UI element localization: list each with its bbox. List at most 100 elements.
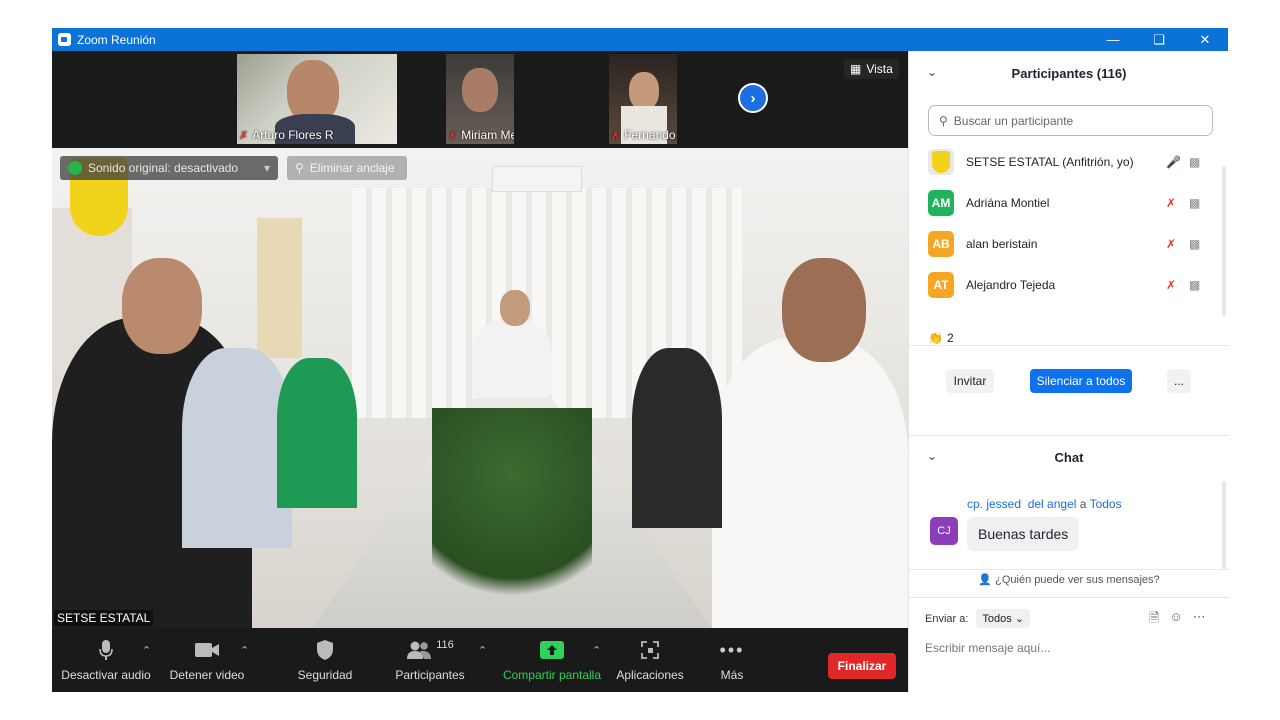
invite-button[interactable]: Invitar: [946, 369, 994, 393]
share-screen-button[interactable]: Compartir pantalla: [500, 628, 604, 692]
close-button[interactable]: ✕: [1182, 28, 1228, 51]
window-title: Zoom Reunión: [77, 32, 156, 47]
mic-muted-icon: ✗: [239, 129, 249, 142]
chat-sender[interactable]: cp. jessed del angel: [967, 497, 1076, 511]
chat-tools: 🗎 ☺ ⋯: [1149, 609, 1206, 631]
participants-count: 116: [436, 639, 454, 651]
more-button[interactable]: ••• Más: [712, 628, 752, 692]
participants-button[interactable]: 116 Participantes: [390, 628, 470, 692]
minimize-button[interactable]: —: [1090, 28, 1136, 51]
share-options-caret-icon[interactable]: ⌃: [592, 644, 601, 657]
who-can-see-link[interactable]: 👤 ¿Quién puede ver sus mensajes?: [909, 573, 1229, 586]
video-camera-icon[interactable]: ▩: [1189, 278, 1200, 292]
meeting-toolbar: Desactivar audio ⌃ Detener video ⌃ Segur…: [52, 628, 908, 692]
chat-to-word: a: [1079, 497, 1087, 511]
remove-pin-label: Eliminar anclaje: [309, 161, 395, 175]
participants-header: ⌄ Participantes (116): [909, 51, 1229, 95]
mic-muted-icon: ✗: [611, 129, 621, 142]
original-sound-toggle[interactable]: Sonido original: desactivado ▾: [60, 156, 278, 180]
emoji-icon[interactable]: ☺: [1169, 609, 1182, 631]
thumbnail-name: ✗Miriam Meza: [448, 128, 514, 142]
microphone-icon[interactable]: 🎤: [1166, 155, 1181, 169]
video-camera-icon[interactable]: ▩: [1189, 196, 1200, 210]
collapse-chevron-icon[interactable]: ⌄: [927, 65, 937, 79]
recipient-select[interactable]: Todos ⌄: [976, 609, 1031, 628]
thumbnail-name: ✗ Arturo Flores R: [239, 128, 334, 142]
chat-header: ⌄ Chat: [909, 435, 1229, 479]
recipient-value: Todos: [982, 613, 1012, 625]
video-camera-icon[interactable]: ▩: [1189, 155, 1200, 169]
share-screen-icon: [540, 638, 564, 662]
participant-row[interactable]: SETSE ESTATAL (Anfitrión, yo) 🎤 ▩: [909, 141, 1221, 182]
person-center-head: [500, 290, 530, 326]
door: [257, 218, 302, 358]
security-button[interactable]: Seguridad: [290, 628, 360, 692]
share-label: Compartir pantalla: [502, 668, 602, 682]
participant-list: SETSE ESTATAL (Anfitrión, yo) 🎤 ▩ AM Adr…: [909, 141, 1221, 316]
mic-muted-icon[interactable]: ✗: [1166, 278, 1176, 292]
collapse-chevron-icon[interactable]: ⌄: [927, 449, 937, 463]
mic-muted-icon[interactable]: ✗: [1166, 237, 1176, 251]
chat-scrollbar[interactable]: [1222, 481, 1226, 569]
main-video: Sonido original: desactivado ▾ ⚲ Elimina…: [52, 148, 908, 628]
chat-message: Buenas tardes: [967, 517, 1080, 551]
next-page-button[interactable]: ›: [738, 83, 768, 113]
reaction-clap: 👏 2: [928, 331, 954, 345]
participant-search-input[interactable]: ⚲ Buscar un participante: [928, 105, 1213, 136]
end-meeting-button[interactable]: Finalizar: [828, 653, 896, 679]
audio-options-caret-icon[interactable]: ⌃: [142, 644, 151, 657]
participant-name: alan beristain: [966, 236, 1038, 251]
shield-icon: [316, 638, 334, 662]
video-options-caret-icon[interactable]: ⌃: [240, 644, 249, 657]
restore-button[interactable]: ❏: [1136, 28, 1182, 51]
participant-thumbnail[interactable]: ✗ Arturo Flores R: [237, 54, 397, 144]
apps-button[interactable]: Aplicaciones: [614, 628, 686, 692]
participant-name: SETSE ESTATAL (Anfitrión, yo): [966, 154, 1134, 169]
shield-icon: [68, 161, 82, 175]
stop-video-button[interactable]: Detener video: [164, 628, 250, 692]
pin-icon: ⚲: [295, 161, 304, 175]
participant-avatar: AB: [928, 230, 954, 257]
divider: [909, 597, 1229, 598]
more-options-button[interactable]: ...: [1167, 369, 1191, 393]
person-right: [712, 338, 908, 628]
person-left-2: [182, 348, 292, 548]
participant-avatar: AT: [928, 271, 954, 298]
participant-avatar: AM: [928, 189, 954, 216]
participants-label: Participantes: [395, 668, 465, 682]
chat-title: Chat: [1054, 449, 1084, 465]
chat-input[interactable]: Escribir mensaje aquí...: [925, 641, 1050, 655]
mic-muted-icon[interactable]: ✗: [1166, 196, 1176, 210]
search-icon: ⚲: [939, 113, 948, 128]
participants-options-caret-icon[interactable]: ⌃: [478, 644, 487, 657]
participant-row[interactable]: AM Adriána Montiel ✗ ▩: [909, 182, 1221, 223]
video-camera-icon[interactable]: ▩: [1189, 237, 1200, 251]
person-right-2: [632, 348, 722, 528]
participant-scrollbar[interactable]: [1222, 166, 1226, 316]
mute-all-button[interactable]: Silenciar a todos: [1030, 369, 1132, 393]
microphone-icon: [98, 638, 114, 662]
person-center: [472, 318, 552, 398]
host-logo-avatar: [928, 148, 954, 175]
file-icon[interactable]: 🗎: [1149, 609, 1159, 631]
apps-label: Aplicaciones: [616, 668, 684, 682]
participant-thumbnail[interactable]: ✗Fernando Benítez: [609, 54, 677, 144]
view-button[interactable]: ▦ Vista: [844, 59, 899, 79]
chat-sender-line: cp. jessed del angel a Todos: [967, 497, 1122, 511]
speaker-name: SETSE ESTATAL: [54, 610, 154, 626]
thumbnail-name: ✗Fernando Benítez: [611, 128, 677, 142]
send-to-row: Enviar a: Todos ⌄: [925, 609, 1031, 628]
mute-button[interactable]: Desactivar audio: [60, 628, 152, 692]
participant-name: Alejandro Tejeda: [966, 277, 1056, 292]
more-dots-icon[interactable]: ⋯: [1193, 609, 1206, 631]
original-sound-label: Sonido original: desactivado: [88, 161, 239, 175]
clap-icon: 👏: [928, 331, 943, 345]
remove-pin-button[interactable]: ⚲ Eliminar anclaje: [287, 156, 407, 180]
video-stage: ✗Arturo Flores R ✗Miriam Meza ✗Fernando …: [52, 51, 908, 692]
participant-row[interactable]: AT Alejandro Tejeda ✗ ▩: [909, 264, 1221, 305]
chat-recipient: Todos: [1089, 497, 1122, 511]
video-camera-icon: [194, 638, 220, 662]
search-placeholder: Buscar un participante: [953, 113, 1074, 128]
participant-thumbnail[interactable]: ✗Miriam Meza: [446, 54, 514, 144]
participant-row[interactable]: AB alan beristain ✗ ▩: [909, 223, 1221, 264]
